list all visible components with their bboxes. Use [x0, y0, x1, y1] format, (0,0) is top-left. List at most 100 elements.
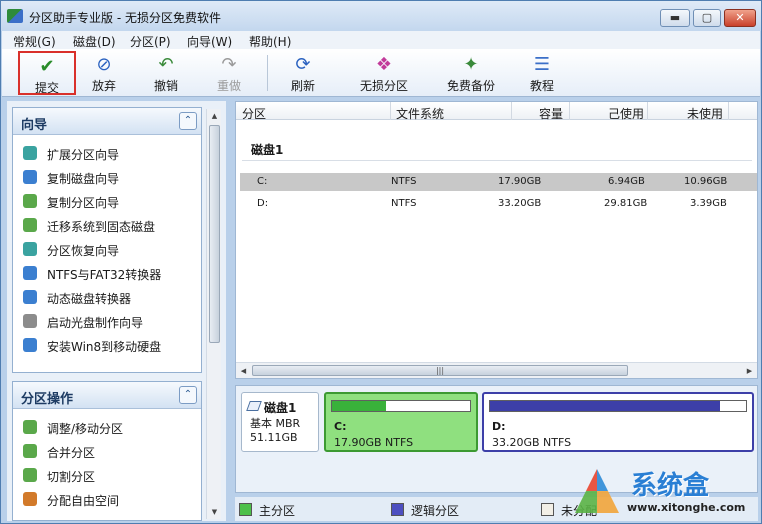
table-row[interactable]: C: NTFS 17.90GB 6.94GB 10.96GB [240, 173, 757, 191]
cell-filesystem: NTFS [391, 176, 417, 187]
refresh-icon: ⟳ [295, 54, 311, 75]
redo-button[interactable]: ↷ 重做 [209, 51, 249, 95]
col-free[interactable]: 未使用 [687, 105, 723, 122]
wizard-item-icon [23, 170, 37, 184]
wizard-collapse-button[interactable]: ⌃ [179, 112, 197, 130]
wizard-item-icon [23, 266, 37, 280]
left-scroll-thumb[interactable] [209, 125, 220, 343]
wizard-item-label: 动态磁盘转换器 [47, 292, 132, 306]
partition-usage-bar [489, 400, 747, 412]
partition-ops-collapse-button[interactable]: ⌃ [179, 386, 197, 404]
col-partition[interactable]: 分区 [242, 105, 266, 122]
wizard-item-label: 复制磁盘向导 [47, 172, 120, 186]
wizard-item-label: 扩展分区向导 [47, 148, 120, 162]
wizard-item-icon [23, 290, 37, 304]
refresh-button[interactable]: ⟳ 刷新 [283, 51, 323, 95]
partition-usage-fill [490, 401, 721, 411]
wizard-panel: 向导 ⌃ 扩展分区向导 复制磁盘向导 复制分区向导迁移系统到固态磁盘分区恢复向导 NT… [12, 107, 202, 373]
partition-op-item[interactable]: 切割分区 [13, 463, 201, 487]
minimize-button[interactable]: ▬ [660, 9, 690, 27]
undo-button[interactable]: ↶ 撤销 [146, 51, 186, 95]
close-button[interactable]: ✕ [724, 9, 756, 27]
wizard-item[interactable]: 启动光盘制作向导 [13, 309, 201, 333]
col-filesystem[interactable]: 文件系统 [396, 105, 444, 122]
partition-card-name: C: [334, 420, 347, 433]
wizard-item-icon [23, 242, 37, 256]
lossless-partition-icon: ❖ [375, 54, 393, 75]
menu-bar: 常规(G) 磁盘(D) 分区(P) 向导(W) 帮助(H) [2, 31, 760, 49]
cell-free: 10.96GB [684, 176, 728, 187]
backup-icon: ✦ [463, 54, 479, 75]
disk-size: 51.11GB [250, 431, 298, 444]
disk-group-title: 磁盘1 [251, 143, 284, 157]
cell-capacity: 33.20GB [498, 198, 542, 209]
scroll-right-arrow-icon[interactable]: ▶ [742, 364, 757, 378]
partition-ops-header[interactable]: 分区操作 ⌃ [13, 382, 201, 409]
restore-button[interactable]: ▢ [693, 9, 721, 27]
wizard-item-icon [23, 194, 37, 208]
wizard-item[interactable]: 分区恢复向导 [13, 237, 201, 261]
cell-free: 3.39GB [690, 198, 727, 209]
wizard-item[interactable]: 迁移系统到固态磁盘 [13, 213, 201, 237]
menu-help[interactable]: 帮助(H) [249, 33, 291, 50]
partition-op-item[interactable]: 调整/移动分区 [13, 415, 201, 439]
wizard-item[interactable]: NTFS与FAT32转换器 [13, 261, 201, 285]
free-backup-button[interactable]: ✦ 免费备份 [439, 51, 503, 95]
partition-op-item-label: 切割分区 [47, 470, 96, 484]
tutorial-button[interactable]: ☰ 教程 [522, 51, 562, 95]
submit-button[interactable]: ✔ 提交 [18, 51, 76, 95]
cell-used: 29.81GB [604, 198, 648, 209]
table-header: 分区 文件系统 容量 己使用 未使用 [236, 102, 757, 122]
partition-card-c[interactable]: C: 17.90GB NTFS [324, 392, 478, 452]
scroll-down-arrow-icon[interactable]: ▼ [207, 505, 222, 519]
wizard-item[interactable]: 复制磁盘向导 [13, 165, 201, 189]
wizard-panel-title: 向导 [21, 118, 48, 133]
lossless-partition-button[interactable]: ❖ 无损分区 [352, 51, 416, 95]
redo-icon: ↷ [221, 54, 237, 75]
disk-name: 磁盘1 [264, 401, 297, 415]
legend-primary-label: 主分区 [259, 504, 296, 518]
table-hscrollbar[interactable]: ◀ ||| ▶ [236, 362, 757, 378]
partition-usage-bar [331, 400, 471, 412]
wizard-item[interactable]: 复制分区向导 [13, 189, 201, 213]
disk-icon [246, 401, 262, 411]
partition-op-item-icon [23, 468, 37, 482]
scroll-up-arrow-icon[interactable]: ▲ [207, 109, 222, 123]
wizard-item-label: 复制分区向导 [47, 196, 120, 210]
table-row[interactable]: D: NTFS 33.20GB 29.81GB 3.39GB [240, 195, 757, 213]
menu-partition[interactable]: 分区(P) [130, 33, 171, 50]
menu-disk[interactable]: 磁盘(D) [73, 33, 116, 50]
left-pane-scrollbar[interactable]: ▲ ▼ [206, 109, 221, 519]
menu-general[interactable]: 常规(G) [13, 33, 56, 50]
partition-card-d[interactable]: D: 33.20GB NTFS [482, 392, 754, 452]
cell-used: 6.94GB [608, 176, 645, 187]
tutorial-label: 教程 [529, 79, 554, 93]
scroll-left-arrow-icon[interactable]: ◀ [236, 364, 251, 378]
menu-wizard[interactable]: 向导(W) [187, 33, 232, 50]
wizard-item[interactable]: 安装Win8到移动硬盘 [13, 333, 201, 357]
partition-card-desc: 33.20GB NTFS [492, 436, 572, 449]
disk-type: 基本 MBR [250, 417, 301, 430]
partition-op-item-label: 合并分区 [47, 446, 96, 460]
app-logo-icon [7, 9, 23, 23]
col-used[interactable]: 己使用 [608, 105, 644, 122]
partition-op-item[interactable]: 合并分区 [13, 439, 201, 463]
disk-info-card[interactable]: 磁盘1 基本 MBR 51.11GB [241, 392, 319, 452]
undo-label: 撤销 [153, 79, 178, 93]
wizard-item[interactable]: 扩展分区向导 [13, 141, 201, 165]
toolbar: ✔ 提交 ⊘ 放弃 ↶ 撤销 ↷ 重做 ⟳ 刷新 ❖ 无损分区 ✦ 免费备份 ☰ [2, 49, 760, 97]
col-capacity[interactable]: 容量 [539, 105, 563, 122]
wizard-panel-header[interactable]: 向导 ⌃ [13, 108, 201, 135]
wizard-item[interactable]: 动态磁盘转换器 [13, 285, 201, 309]
discard-button[interactable]: ⊘ 放弃 [84, 51, 124, 95]
watermark-logo-icon [575, 469, 619, 513]
checkmark-icon: ✔ [39, 56, 55, 77]
table-hscroll-thumb[interactable]: ||| [252, 365, 628, 376]
tutorial-icon: ☰ [533, 54, 551, 75]
partition-op-item-icon [23, 420, 37, 434]
wizard-item-label: 分区恢复向导 [47, 244, 120, 258]
partition-op-item[interactable]: 分配自由空间 [13, 487, 201, 511]
title-bar[interactable]: 分区助手专业版 - 无损分区免费软件 ▬ ▢ ✕ [1, 1, 761, 31]
partition-card-desc: 17.90GB NTFS [334, 436, 414, 449]
legend-unallocated-swatch [541, 503, 554, 516]
